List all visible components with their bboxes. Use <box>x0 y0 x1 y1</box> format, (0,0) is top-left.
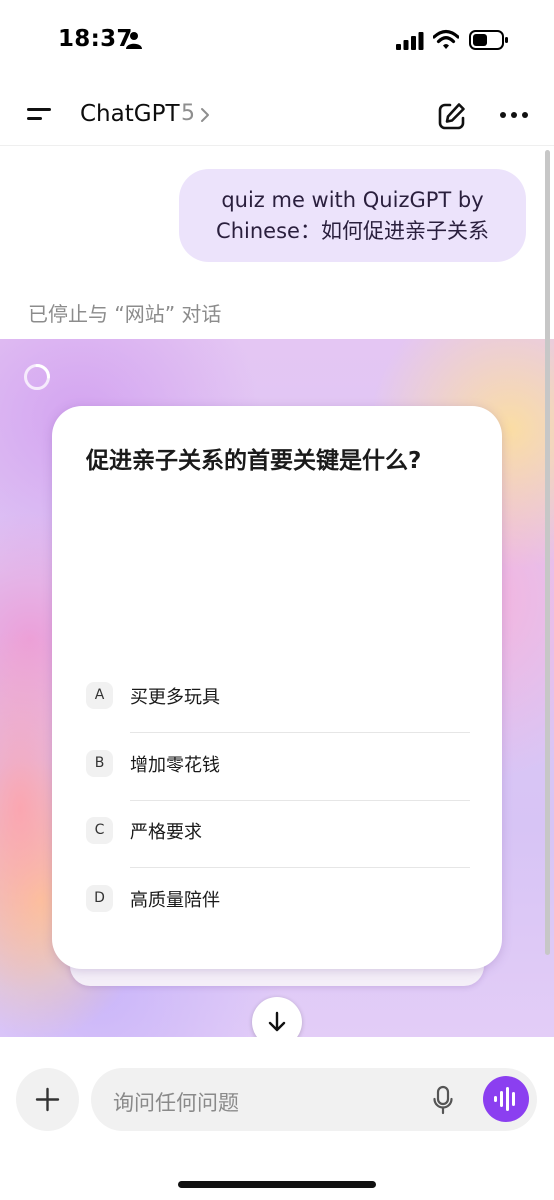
quiz-option-d[interactable]: D 高质量陪伴 <box>86 868 470 936</box>
wifi-icon <box>433 29 459 49</box>
new-chat-icon[interactable] <box>437 101 467 131</box>
arrow-down-icon <box>268 1011 286 1032</box>
user-message-line: Chinese：如何促进亲子关系 <box>216 219 489 243</box>
top-nav-bar: ChatGPT 5 <box>0 80 554 146</box>
attach-button[interactable] <box>16 1068 79 1131</box>
person-icon <box>126 32 142 49</box>
home-indicator <box>178 1181 376 1188</box>
cellular-signal-icon <box>396 32 424 50</box>
scrollbar[interactable] <box>545 150 550 955</box>
input-placeholder: 询问任何问题 <box>113 1091 239 1115</box>
option-letter: B <box>86 750 113 777</box>
option-text: 增加零花钱 <box>130 755 220 776</box>
more-options-icon[interactable] <box>498 110 530 120</box>
user-message-line: quiz me with QuizGPT by <box>221 188 484 212</box>
model-selector-title[interactable]: ChatGPT <box>80 101 180 127</box>
quiz-option-a[interactable]: A 买更多玩具 <box>86 665 470 733</box>
voice-mode-button[interactable] <box>483 1076 529 1122</box>
message-input[interactable]: 询问任何问题 <box>91 1068 537 1131</box>
status-bar: 18:37 <box>0 0 554 80</box>
loading-spinner-icon <box>24 364 50 390</box>
user-message-bubble: quiz me with QuizGPT by Chinese：如何促进亲子关系 <box>179 169 526 262</box>
composer-bar: 询问任何问题 <box>0 1037 554 1200</box>
option-letter: A <box>86 682 113 709</box>
quiz-question: 促进亲子关系的首要关键是什么? <box>86 448 422 474</box>
status-time: 18:37 <box>58 26 133 52</box>
battery-icon <box>469 30 508 50</box>
stopped-notice: 已停止与 “网站” 对话 <box>28 302 222 326</box>
quiz-card: 促进亲子关系的首要关键是什么? A 买更多玩具 B 增加零花钱 C 严格要求 D… <box>52 406 502 969</box>
microphone-icon[interactable] <box>433 1085 453 1115</box>
option-text: 买更多玩具 <box>130 687 220 708</box>
plus-icon <box>35 1087 60 1112</box>
model-version[interactable]: 5 <box>181 101 195 126</box>
option-text: 严格要求 <box>130 822 202 843</box>
menu-icon[interactable] <box>24 102 54 126</box>
option-text: 高质量陪伴 <box>130 890 220 911</box>
option-letter: D <box>86 885 113 912</box>
quiz-option-b[interactable]: B 增加零花钱 <box>86 733 470 801</box>
chevron-right-icon[interactable] <box>199 106 211 124</box>
voice-waveform-icon <box>494 1087 515 1111</box>
quiz-option-c[interactable]: C 严格要求 <box>86 800 470 868</box>
option-letter: C <box>86 817 113 844</box>
